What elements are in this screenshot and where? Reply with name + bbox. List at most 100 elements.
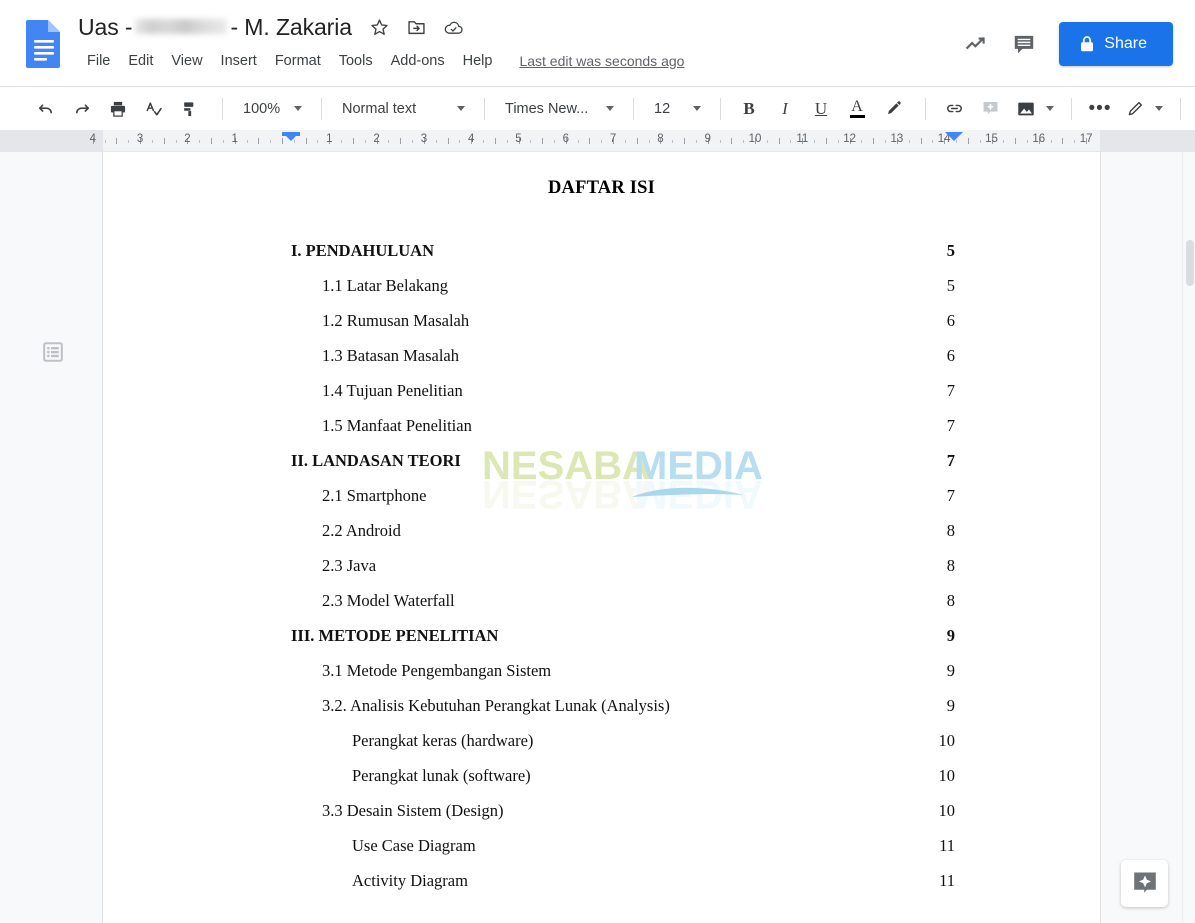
toc-entry[interactable]: Activity Diagram 11 bbox=[103, 871, 1100, 906]
toc-entry[interactable]: II. LANDASAN TEORI 7 bbox=[103, 451, 1100, 486]
toc-entry-label: 1.2 Rumusan Masalah bbox=[322, 311, 470, 330]
underline-button[interactable]: U bbox=[805, 93, 837, 125]
menu-item-insert[interactable]: Insert bbox=[212, 50, 266, 72]
chevron-down-icon bbox=[1046, 106, 1054, 111]
toc-entry-label: I. PENDAHULUAN bbox=[291, 241, 435, 260]
toc-entry-label: III. METODE PENELITIAN bbox=[291, 626, 499, 645]
zoom-selector[interactable]: 100% bbox=[235, 94, 309, 124]
menu-item-tools[interactable]: Tools bbox=[330, 50, 382, 72]
menu-item-format[interactable]: Format bbox=[266, 50, 330, 72]
explore-button[interactable] bbox=[1121, 860, 1168, 907]
ruler-minor-tick bbox=[648, 140, 650, 143]
zoom-value: 100% bbox=[243, 100, 281, 117]
ruler-number-right-14: 15 bbox=[985, 133, 998, 145]
toc-entry-label: 3.1 Metode Pengembangan Sistem bbox=[322, 661, 552, 680]
show-outline-button[interactable] bbox=[36, 335, 70, 369]
toc-entry[interactable]: 3.3 Desain Sistem (Design) 10 bbox=[103, 801, 1100, 836]
toc-entry[interactable]: 1.5 Manfaat Penelitian 7 bbox=[103, 416, 1100, 451]
toc-entry[interactable]: 1.3 Batasan Masalah 6 bbox=[103, 346, 1100, 381]
toc-entry[interactable]: III. METODE PENELITIAN 9 bbox=[103, 626, 1100, 661]
italic-button[interactable]: I bbox=[769, 93, 801, 125]
toc-entry-page: 8 bbox=[946, 591, 955, 610]
highlight-button[interactable] bbox=[877, 93, 909, 125]
paragraph-style-value: Normal text bbox=[342, 100, 417, 117]
paint-format-button[interactable] bbox=[174, 93, 206, 125]
toc-entry[interactable]: 2.2 Android 8 bbox=[103, 521, 1100, 556]
ruler-number-right-15: 16 bbox=[1032, 133, 1046, 145]
header-actions: Share bbox=[963, 22, 1195, 66]
ruler-number-right-3: 4 bbox=[467, 133, 475, 145]
menu-item-add-ons[interactable]: Add-ons bbox=[382, 50, 454, 72]
document-ruler[interactable]: 4 3 2 1 1 2 3 4 5 6 7 8 9 10 11 12 13 14 15 16 17 bbox=[0, 130, 1195, 152]
toc-entry[interactable]: 3.2. Analisis Kebutuhan Perangkat Lunak … bbox=[103, 696, 1100, 731]
toc-entry-label: 3.2. Analisis Kebutuhan Perangkat Lunak … bbox=[322, 696, 670, 715]
toc-entry[interactable]: Use Case Diagram 11 bbox=[103, 836, 1100, 871]
insert-image-button[interactable] bbox=[1010, 94, 1059, 124]
move-to-folder-icon[interactable] bbox=[406, 17, 427, 38]
document-title[interactable]: Uas -- M. Zakaria bbox=[78, 14, 352, 41]
ruler-half-tick bbox=[967, 138, 969, 144]
toc-entry-page: 5 bbox=[946, 241, 955, 260]
ruler-half-tick bbox=[1015, 138, 1017, 144]
font-size-selector[interactable]: 12 bbox=[646, 94, 708, 124]
ruler-number-right-10: 11 bbox=[796, 133, 809, 145]
ruler-minor-tick bbox=[104, 140, 106, 143]
toolbar-separator bbox=[321, 97, 322, 120]
toc-entry[interactable]: 1.4 Tujuan Penelitian 7 bbox=[103, 381, 1100, 416]
bold-button[interactable]: B bbox=[733, 93, 765, 125]
cloud-saved-icon[interactable] bbox=[443, 17, 464, 38]
last-edit-link[interactable]: Last edit was seconds ago bbox=[519, 53, 684, 69]
toc-entry[interactable]: I. PENDAHULUAN 5 bbox=[103, 241, 1100, 276]
ruler-number-right-9: 10 bbox=[748, 133, 762, 145]
toc-entry[interactable]: 1.1 Latar Belakang 5 bbox=[103, 276, 1100, 311]
comment-icon[interactable] bbox=[1011, 31, 1037, 57]
text-color-button[interactable]: A bbox=[841, 93, 873, 125]
insert-link-button[interactable] bbox=[938, 93, 970, 125]
chevron-down-icon bbox=[693, 106, 701, 111]
undo-icon bbox=[38, 103, 52, 113]
toc-entry-page: 11 bbox=[939, 871, 955, 890]
print-button[interactable] bbox=[102, 93, 134, 125]
toc-entry[interactable]: 3.1 Metode Pengembangan Sistem 9 bbox=[103, 661, 1100, 696]
ruler-minor-tick bbox=[553, 140, 555, 143]
add-comment-button[interactable] bbox=[974, 93, 1006, 125]
ruler-minor-tick bbox=[743, 140, 745, 143]
undo-button[interactable] bbox=[30, 93, 62, 125]
trending-up-icon[interactable] bbox=[963, 31, 989, 57]
menu-item-edit[interactable]: Edit bbox=[119, 50, 162, 72]
toc-entry-label: 1.3 Batasan Masalah bbox=[322, 346, 460, 365]
star-icon[interactable] bbox=[369, 17, 390, 38]
ruler-number-right-7: 8 bbox=[657, 133, 664, 145]
font-selector[interactable]: Times New... bbox=[497, 94, 621, 124]
ruler-half-tick bbox=[116, 138, 118, 144]
edit-pencil-icon bbox=[1128, 101, 1143, 116]
chevron-down-icon bbox=[294, 106, 302, 111]
ruler-minor-tick bbox=[601, 140, 603, 143]
paragraph-style-selector[interactable]: Normal text bbox=[334, 94, 472, 124]
first-line-indent-marker[interactable] bbox=[282, 132, 300, 141]
more-options-button[interactable]: ••• bbox=[1084, 93, 1116, 125]
toc-entry[interactable]: 2.3 Java 8 bbox=[103, 556, 1100, 591]
toc-entry[interactable]: Perangkat keras (hardware) 10 bbox=[103, 731, 1100, 766]
toolbar-separator bbox=[484, 97, 485, 120]
share-button[interactable]: Share bbox=[1059, 22, 1173, 66]
vertical-scrollbar[interactable] bbox=[1182, 152, 1195, 923]
toc-entry[interactable]: 2.3 Model Waterfall 8 bbox=[103, 591, 1100, 626]
ruler-minor-tick bbox=[388, 140, 390, 143]
redo-button[interactable] bbox=[66, 93, 98, 125]
right-indent-marker[interactable] bbox=[945, 132, 963, 141]
menu-item-view[interactable]: View bbox=[162, 50, 211, 72]
toc-entry[interactable]: 1.2 Rumusan Masalah 6 bbox=[103, 311, 1100, 346]
document-page[interactable]: DAFTAR ISI I. PENDAHULUAN 5 1.1 Latar Bela… bbox=[103, 152, 1100, 923]
toc-entry[interactable]: 2.1 Smartphone 7 bbox=[103, 486, 1100, 521]
ruler-minor-tick bbox=[790, 140, 792, 143]
scrollbar-thumb[interactable] bbox=[1186, 240, 1194, 286]
menu-item-file[interactable]: File bbox=[78, 50, 119, 72]
spelling-button[interactable] bbox=[138, 93, 170, 125]
toc-entry-page: 7 bbox=[946, 416, 955, 435]
toc-entry[interactable]: Perangkat lunak (software) 10 bbox=[103, 766, 1100, 801]
google-docs-logo[interactable] bbox=[22, 18, 66, 70]
ruler-minor-tick bbox=[672, 140, 674, 143]
menu-item-help[interactable]: Help bbox=[454, 50, 502, 72]
editing-mode-button[interactable] bbox=[1120, 94, 1168, 124]
